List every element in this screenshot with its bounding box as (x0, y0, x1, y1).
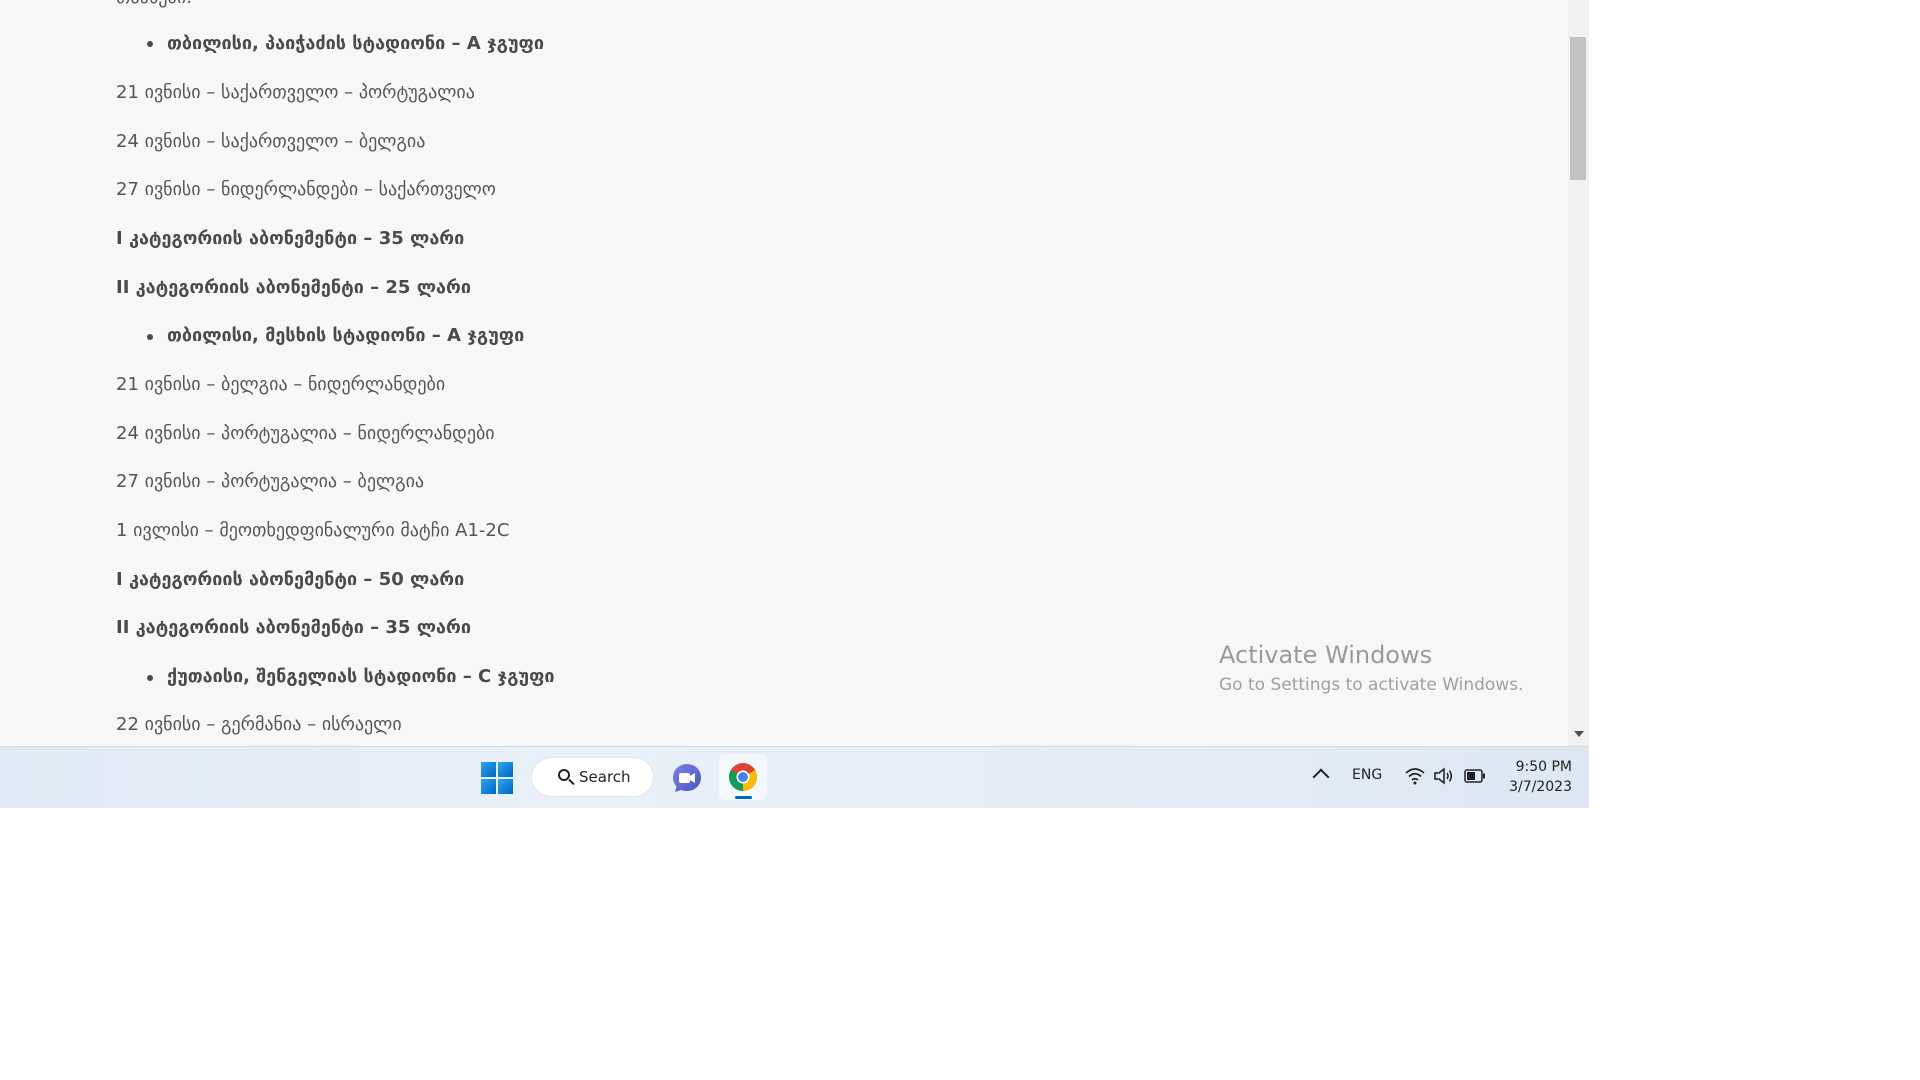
section-heading: თბილისი, მესხის სტადიონი – A ჯგუფი (167, 325, 525, 346)
activate-windows-subtitle: Go to Settings to activate Windows. (1219, 675, 1524, 695)
taskbar-search-button[interactable]: Search (531, 757, 654, 797)
system-clock[interactable]: 9:50 PM 3/7/2023 (1500, 757, 1572, 797)
meet-now-icon[interactable] (670, 761, 704, 795)
active-app-indicator (735, 796, 752, 799)
match-line: 21 ივნისი – საქართველო – პორტუგალია (116, 82, 475, 103)
activate-windows-title: Activate Windows (1219, 641, 1433, 669)
match-line: 22 ივნისი – გერმანია – ისრაელი (116, 714, 402, 735)
input-language-indicator[interactable]: ENG (1352, 767, 1382, 783)
clock-date: 3/7/2023 (1509, 779, 1572, 795)
windows-start-icon[interactable] (481, 762, 513, 794)
clock-time: 9:50 PM (1515, 759, 1572, 775)
price-line: I კატეგორიის აბონემენტი – 35 ლარი (116, 228, 465, 249)
scrollbar-thumb[interactable] (1570, 37, 1586, 180)
price-line: II კატეგორიის აბონემენტი – 35 ლარი (116, 617, 471, 638)
screen: თანხები: თბილისი, პაიჭაძის სტადიონი – A … (0, 0, 1589, 808)
chevron-up-icon[interactable] (1312, 768, 1330, 786)
taskbar: Search ENG 9:50 PM 3/7/2023 (0, 746, 1589, 808)
chrome-taskbar-button[interactable] (719, 754, 767, 800)
wifi-icon[interactable] (1405, 767, 1425, 785)
section-heading: ქუთაისი, შენგელიას სტადიონი – C ჯგუფი (167, 666, 555, 687)
bullet-icon (147, 675, 153, 681)
match-line: 27 ივნისი – პორტუგალია – ბელგია (116, 471, 425, 492)
scroll-down-arrow-icon[interactable] (1574, 731, 1584, 737)
bullet-icon (147, 41, 153, 47)
bullet-icon (147, 334, 153, 340)
price-line: II კატეგორიის აბონემენტი – 25 ლარი (116, 277, 471, 298)
match-line: 24 ივნისი – პორტუგალია – ნიდერლანდები (116, 423, 495, 444)
vertical-scrollbar[interactable] (1568, 0, 1589, 746)
price-line: I კატეგორიის აბონემენტი – 50 ლარი (116, 569, 465, 590)
section-heading: თბილისი, პაიჭაძის სტადიონი – A ჯგუფი (167, 33, 545, 54)
match-line: 1 ივლისი – მეოთხედფინალური მატჩი A1-2C (116, 520, 510, 541)
chrome-icon (729, 763, 757, 791)
cut-off-line: თანხები: (116, 0, 192, 10)
match-line: 21 ივნისი – ბელგია – ნიდერლანდები (116, 374, 446, 395)
battery-icon[interactable] (1464, 769, 1486, 783)
match-line: 27 ივნისი – ნიდერლანდები – საქართველო (116, 179, 496, 200)
match-line: 24 ივნისი – საქართველო – ბელგია (116, 131, 426, 152)
article-content: თანხები: თბილისი, პაიჭაძის სტადიონი – A … (0, 0, 1568, 746)
search-icon (558, 769, 570, 781)
volume-icon[interactable] (1433, 767, 1453, 785)
search-label: Search (579, 768, 631, 786)
